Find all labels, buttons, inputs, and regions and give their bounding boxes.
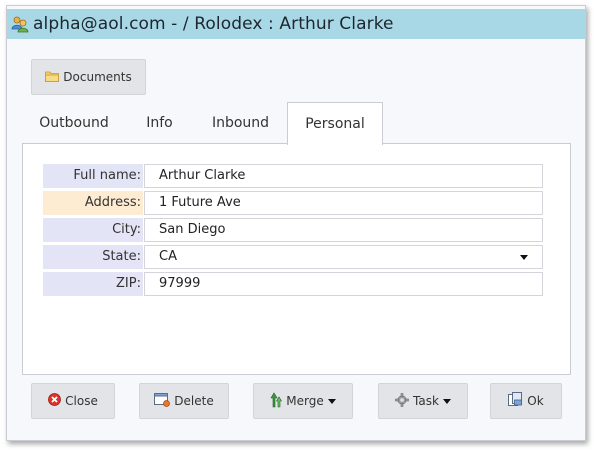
documents-label: Documents: [63, 70, 132, 84]
tab-personal[interactable]: Personal: [287, 102, 383, 145]
city-row: City: San Diego: [43, 218, 543, 242]
ok-label: Ok: [527, 394, 544, 408]
window-title: alpha@aol.com - / Rolodex : Arthur Clark…: [33, 14, 394, 34]
address-field[interactable]: 1 Future Ave: [144, 191, 543, 215]
zip-field[interactable]: 97999: [144, 272, 543, 296]
state-select[interactable]: CA: [144, 245, 543, 269]
state-label: State:: [43, 245, 143, 269]
close-label: Close: [65, 394, 98, 408]
title-bar[interactable]: alpha@aol.com - / Rolodex : Arthur Clark…: [7, 9, 585, 39]
delete-icon: [154, 392, 171, 410]
zip-label: ZIP:: [43, 272, 143, 296]
full-name-label: Full name:: [43, 164, 143, 188]
tab-outbound[interactable]: Outbound: [22, 102, 126, 144]
city-label: City:: [43, 218, 143, 242]
tab-label: Info: [146, 115, 173, 131]
merge-icon: [270, 391, 283, 411]
zip-row: ZIP: 97999: [43, 272, 543, 296]
users-icon: [11, 15, 29, 33]
rolodex-dialog: alpha@aol.com - / Rolodex : Arthur Clark…: [6, 5, 586, 441]
task-button[interactable]: Task: [378, 383, 468, 419]
state-value: CA: [159, 249, 177, 264]
gear-icon: [395, 392, 409, 410]
delete-label: Delete: [174, 394, 214, 408]
folder-icon: [45, 70, 60, 85]
full-name-field[interactable]: Arthur Clarke: [144, 164, 543, 188]
address-row: Address: 1 Future Ave: [43, 191, 543, 215]
merge-button[interactable]: Merge: [253, 383, 353, 419]
tab-label: Inbound: [211, 115, 270, 131]
ok-button[interactable]: Ok: [490, 383, 562, 419]
delete-button[interactable]: Delete: [139, 383, 229, 419]
documents-button[interactable]: Documents: [31, 59, 146, 95]
close-icon: [48, 393, 62, 409]
tab-label: Personal: [305, 116, 365, 132]
city-field[interactable]: San Diego: [144, 218, 543, 242]
chevron-down-icon: [520, 255, 528, 260]
tab-info[interactable]: Info: [126, 102, 193, 144]
tab-label: Outbound: [39, 115, 109, 131]
chevron-down-icon: [327, 398, 336, 404]
merge-label: Merge: [286, 394, 324, 408]
address-label: Address:: [43, 191, 143, 215]
state-row: State: CA: [43, 245, 543, 269]
tab-inbound[interactable]: Inbound: [193, 102, 288, 144]
task-label: Task: [413, 394, 439, 408]
full-name-row: Full name: Arthur Clarke: [43, 164, 543, 188]
personal-panel: Full name: Arthur Clarke Address: 1 Futu…: [22, 143, 571, 375]
chevron-down-icon: [442, 398, 451, 404]
ok-icon: [508, 392, 523, 410]
close-button[interactable]: Close: [31, 383, 115, 419]
